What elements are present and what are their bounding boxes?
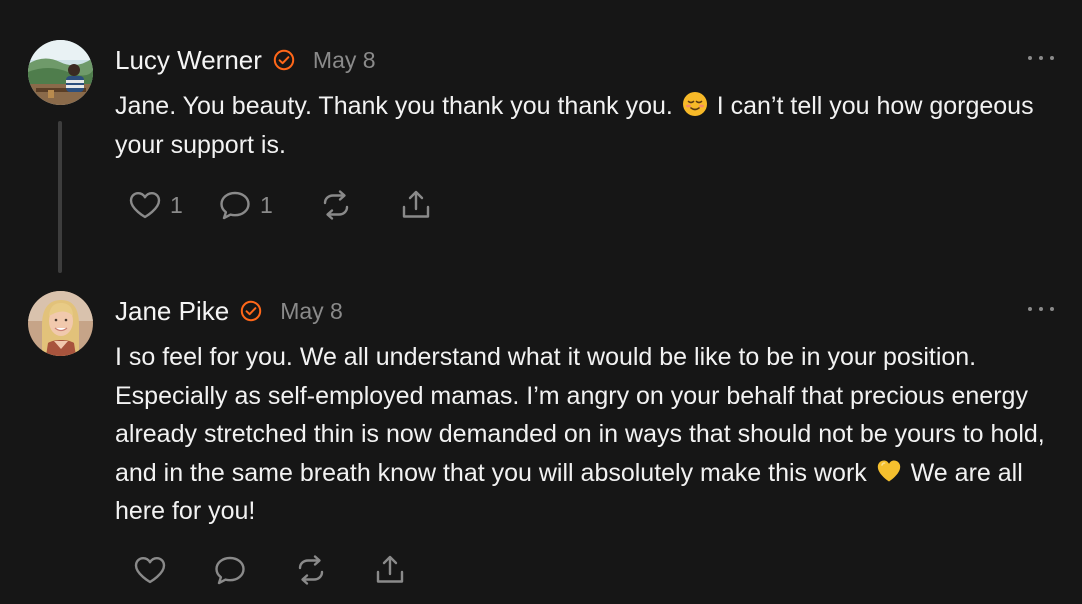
reply-button[interactable]: 1 — [218, 185, 273, 225]
restack-button[interactable] — [319, 185, 353, 225]
comment-date[interactable]: May 8 — [280, 298, 343, 325]
comment-icon — [220, 191, 250, 220]
author-name[interactable]: Lucy Werner — [115, 45, 262, 76]
comment-text: Jane. You beauty. Thank you thank you th… — [115, 87, 1060, 164]
comment-text: I so feel for you. We all understand wha… — [115, 338, 1060, 531]
yellow-heart-emoji-icon — [877, 460, 900, 482]
reply-button[interactable] — [213, 550, 247, 590]
share-button[interactable] — [373, 550, 407, 590]
verified-badge-icon — [240, 300, 262, 322]
comment-header: Jane Pike May 8 — [115, 295, 343, 327]
avatar-portrait-photo — [28, 291, 93, 356]
comment-actions: 1 1 — [0, 185, 600, 225]
share-icon — [402, 190, 430, 218]
like-button[interactable] — [133, 550, 167, 590]
like-count: 1 — [170, 191, 183, 218]
more-options-icon[interactable] — [1028, 50, 1054, 66]
comment-icon — [215, 556, 245, 585]
comment-actions — [0, 550, 600, 590]
share-button[interactable] — [399, 185, 433, 225]
restack-icon — [298, 555, 324, 585]
relieved-face-emoji-icon — [682, 92, 707, 116]
restack-icon — [323, 190, 349, 220]
comment-header: Lucy Werner May 8 — [115, 44, 376, 76]
avatar-landscape-photo — [28, 40, 93, 105]
avatar[interactable] — [28, 40, 93, 105]
heart-icon — [134, 557, 166, 584]
more-options-icon[interactable] — [1028, 301, 1054, 317]
author-name[interactable]: Jane Pike — [115, 296, 229, 327]
comment-date[interactable]: May 8 — [313, 47, 376, 74]
comment-text-part: Jane. You beauty. Thank you thank you th… — [115, 92, 680, 120]
like-button[interactable]: 1 — [128, 185, 183, 225]
share-icon — [376, 555, 404, 583]
restack-button[interactable] — [294, 550, 328, 590]
verified-badge-icon — [273, 49, 295, 71]
heart-icon — [129, 192, 161, 219]
reply-count: 1 — [260, 191, 273, 218]
avatar[interactable] — [28, 291, 93, 356]
